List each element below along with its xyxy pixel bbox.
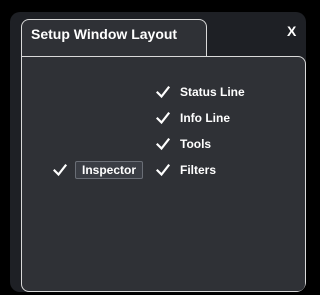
checkmark-icon xyxy=(156,137,170,151)
tools-label: Tools xyxy=(180,137,212,151)
close-icon[interactable]: X xyxy=(287,23,296,39)
inspector-checkbox[interactable]: Inspector xyxy=(53,160,144,180)
checkmark-icon xyxy=(156,163,170,177)
filters-label: Filters xyxy=(180,163,217,177)
status-line-label: Status Line xyxy=(180,85,245,99)
checkmark-icon xyxy=(53,163,67,177)
inspector-label: Inspector xyxy=(75,161,144,179)
filters-checkbox[interactable]: Filters xyxy=(156,160,216,180)
dialog-title: Setup Window Layout xyxy=(31,26,178,42)
setup-window-layout-dialog: Setup Window Layout X Status Line Info L… xyxy=(10,12,306,292)
info-line-label: Info Line xyxy=(180,111,230,125)
checkmark-icon xyxy=(156,85,170,99)
checkmark-icon xyxy=(156,111,170,125)
info-line-checkbox[interactable]: Info Line xyxy=(156,108,230,128)
status-line-checkbox[interactable]: Status Line xyxy=(156,82,245,102)
dialog-tab-bar: Setup Window Layout X xyxy=(10,12,306,57)
tools-checkbox[interactable]: Tools xyxy=(156,134,211,154)
